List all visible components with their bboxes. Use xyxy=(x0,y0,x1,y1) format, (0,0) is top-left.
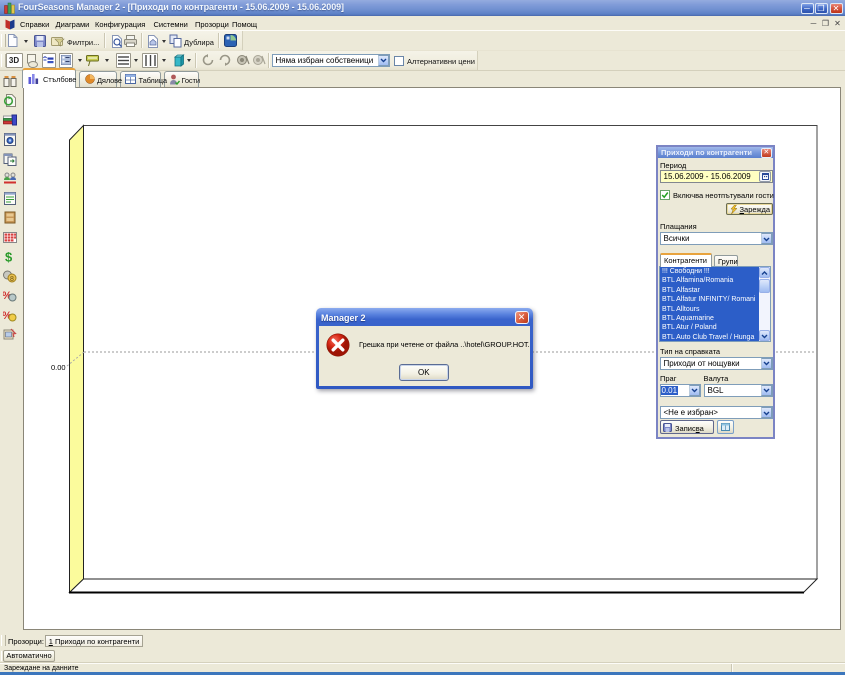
svg-text:8: 8 xyxy=(10,275,14,282)
svg-text:$: $ xyxy=(5,250,13,263)
svg-text:0.00: 0.00 xyxy=(51,363,66,372)
